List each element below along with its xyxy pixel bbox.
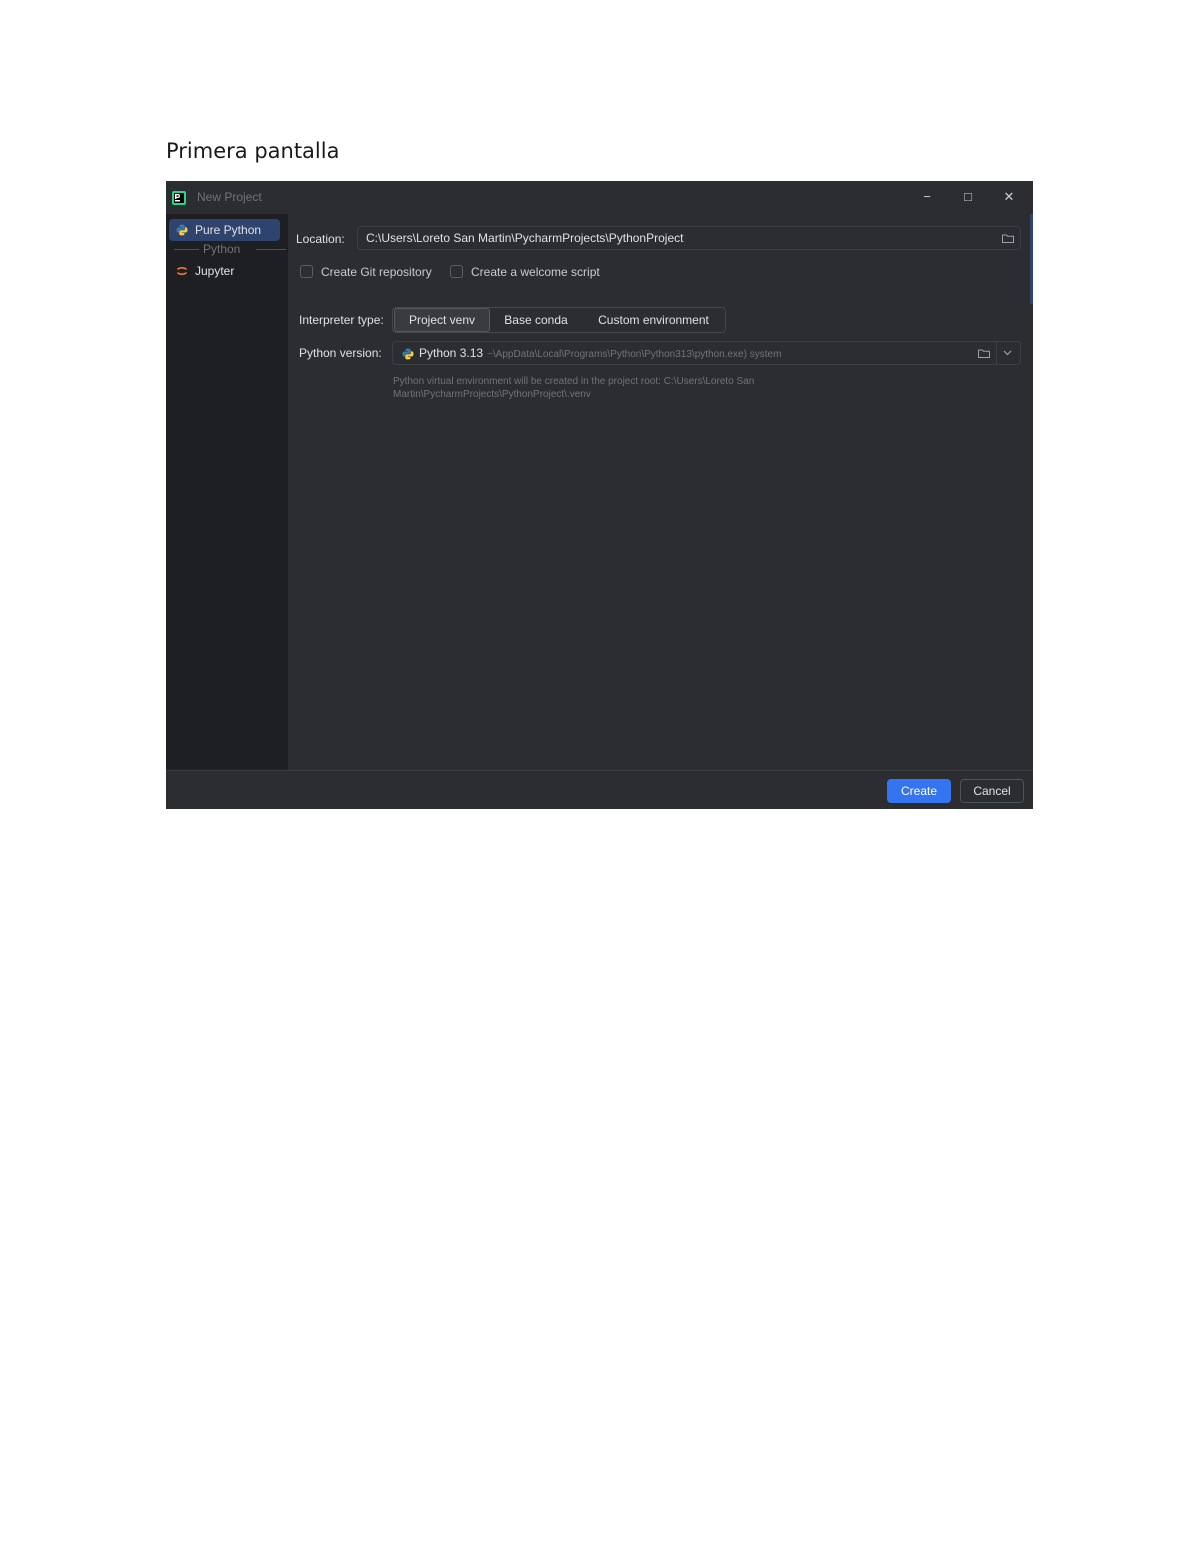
create-git-label: Create Git repository [321, 265, 432, 279]
dialog-footer: Create Cancel [166, 770, 1033, 809]
cancel-button[interactable]: Cancel [960, 779, 1024, 803]
sidebar-item-label: Pure Python [195, 223, 262, 237]
python-version-select[interactable]: Python 3.13 ~\AppData\Local\Programs\Pyth… [392, 341, 1021, 365]
tab-base-conda[interactable]: Base conda [490, 308, 582, 332]
sidebar-item-pure-python[interactable]: Pure Python [169, 219, 280, 241]
create-git-checkbox[interactable] [300, 265, 313, 278]
sidebar-group-label: Python [203, 242, 241, 256]
sidebar-item-jupyter[interactable]: Jupyter [169, 260, 280, 282]
create-button[interactable]: Create [887, 779, 951, 803]
venv-hint-text: Python virtual environment will be creat… [393, 376, 755, 400]
minimize-button[interactable]: − [915, 187, 939, 207]
project-type-sidebar: Pure Python Python Jupyter [166, 214, 288, 770]
sidebar-item-label: Jupyter [195, 264, 235, 278]
window-edge-highlight [1030, 214, 1033, 304]
create-welcome-checkbox[interactable] [450, 265, 463, 278]
location-value: C:\Users\Loreto San Martin\PycharmProjec… [366, 231, 684, 245]
page-caption: Primera pantalla [166, 139, 340, 163]
interpreter-type-selector: Project venv Base conda Custom environme… [392, 307, 726, 333]
sidebar-group-separator: Python [174, 241, 286, 257]
chevron-down-icon[interactable] [1003, 350, 1012, 356]
folder-icon[interactable] [978, 349, 990, 358]
interpreter-type-label: Interpreter type: [299, 313, 384, 327]
title-bar: New Project − □ ✕ [166, 181, 1033, 214]
python-icon [176, 224, 188, 236]
python-version-value: Python 3.13 ~\AppData\Local\Programs\Pyth… [419, 346, 782, 360]
folder-icon[interactable] [1002, 234, 1014, 243]
python-version-label: Python version: [299, 346, 382, 360]
create-welcome-label: Create a welcome script [471, 265, 600, 279]
python-icon [402, 348, 414, 360]
new-project-dialog: New Project − □ ✕ Pure Python Python Jup… [166, 181, 1033, 809]
python-version-path: ~\AppData\Local\Programs\Python\Python31… [487, 349, 782, 360]
jupyter-icon [176, 267, 188, 275]
tab-custom-environment[interactable]: Custom environment [582, 308, 725, 332]
location-input[interactable]: C:\Users\Loreto San Martin\PycharmProjec… [357, 226, 1021, 250]
close-button[interactable]: ✕ [997, 187, 1021, 207]
location-label: Location: [296, 232, 345, 246]
pycharm-icon [172, 191, 186, 205]
tab-project-venv[interactable]: Project venv [394, 308, 490, 332]
window-title: New Project [197, 190, 262, 204]
maximize-button[interactable]: □ [956, 187, 980, 207]
